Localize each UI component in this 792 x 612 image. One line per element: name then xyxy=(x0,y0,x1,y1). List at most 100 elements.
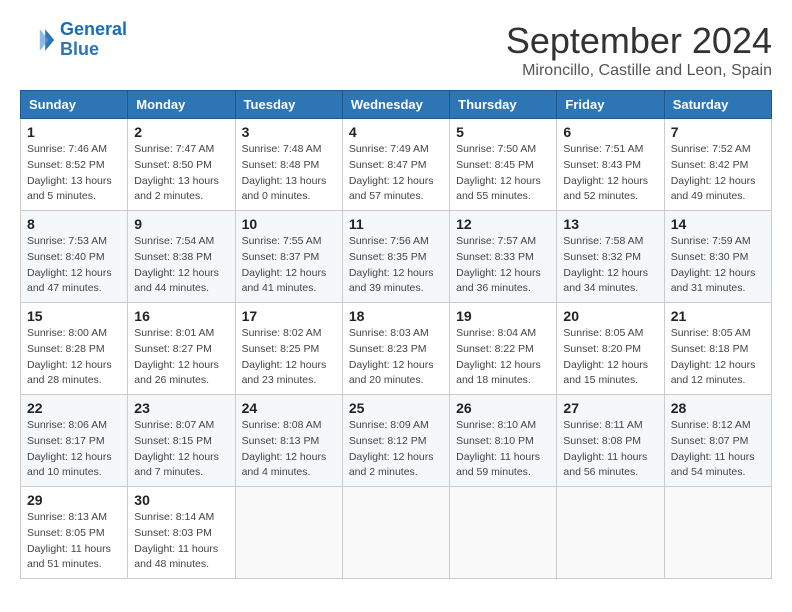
day-info: Sunrise: 8:02 AM Sunset: 8:25 PM Dayligh… xyxy=(242,326,336,389)
header-day: Thursday xyxy=(450,91,557,119)
week-row: 29 Sunrise: 8:13 AM Sunset: 8:05 PM Dayli… xyxy=(21,487,772,579)
calendar-cell: 3Sunrise: 7:48 AM Sunset: 8:48 PM Daylig… xyxy=(235,119,342,211)
day-info: Sunrise: 7:57 AM Sunset: 8:33 PM Dayligh… xyxy=(456,234,550,297)
day-number: 1 xyxy=(27,124,121,140)
day-number: 19 xyxy=(456,308,550,324)
logo: General Blue xyxy=(20,20,127,60)
calendar-cell: 6Sunrise: 7:51 AM Sunset: 8:43 PM Daylig… xyxy=(557,119,664,211)
day-info: Sunrise: 7:52 AM Sunset: 8:42 PM Dayligh… xyxy=(671,142,765,205)
calendar-cell: 13 Sunrise: 7:58 AM Sunset: 8:32 PM Dayli… xyxy=(557,211,664,303)
day-number: 26 xyxy=(456,400,550,416)
calendar-cell: 24 Sunrise: 8:08 AM Sunset: 8:13 PM Dayli… xyxy=(235,395,342,487)
day-info: Sunrise: 7:55 AM Sunset: 8:37 PM Dayligh… xyxy=(242,234,336,297)
calendar-cell xyxy=(450,487,557,579)
calendar-cell: 11 Sunrise: 7:56 AM Sunset: 8:35 PM Dayli… xyxy=(342,211,449,303)
calendar-cell: 14 Sunrise: 7:59 AM Sunset: 8:30 PM Dayli… xyxy=(664,211,771,303)
day-info: Sunrise: 7:54 AM Sunset: 8:38 PM Dayligh… xyxy=(134,234,228,297)
logo-icon xyxy=(20,22,56,58)
logo-line2: Blue xyxy=(60,39,99,59)
calendar-cell: 23 Sunrise: 8:07 AM Sunset: 8:15 PM Dayli… xyxy=(128,395,235,487)
header: General Blue September 2024 Mironcillo, … xyxy=(20,20,772,80)
day-info: Sunrise: 7:49 AM Sunset: 8:47 PM Dayligh… xyxy=(349,142,443,205)
calendar-cell: 1 Sunrise: 7:46 AM Sunset: 8:52 PM Daylig… xyxy=(21,119,128,211)
day-number: 9 xyxy=(134,216,228,232)
header-day: Monday xyxy=(128,91,235,119)
day-info: Sunrise: 7:50 AM Sunset: 8:45 PM Dayligh… xyxy=(456,142,550,205)
calendar-table: SundayMondayTuesdayWednesdayThursdayFrid… xyxy=(20,90,772,579)
location-title: Mironcillo, Castille and Leon, Spain xyxy=(506,62,772,80)
day-number: 25 xyxy=(349,400,443,416)
calendar-cell: 8 Sunrise: 7:53 AM Sunset: 8:40 PM Daylig… xyxy=(21,211,128,303)
header-day: Saturday xyxy=(664,91,771,119)
day-number: 17 xyxy=(242,308,336,324)
day-number: 18 xyxy=(349,308,443,324)
calendar-cell: 17 Sunrise: 8:02 AM Sunset: 8:25 PM Dayli… xyxy=(235,303,342,395)
calendar-cell: 10 Sunrise: 7:55 AM Sunset: 8:37 PM Dayli… xyxy=(235,211,342,303)
day-number: 8 xyxy=(27,216,121,232)
day-info: Sunrise: 8:12 AM Sunset: 8:07 PM Dayligh… xyxy=(671,418,765,481)
calendar-cell: 7 Sunrise: 7:52 AM Sunset: 8:42 PM Daylig… xyxy=(664,119,771,211)
day-number: 2 xyxy=(134,124,228,140)
day-number: 10 xyxy=(242,216,336,232)
week-row: 15 Sunrise: 8:00 AM Sunset: 8:28 PM Dayli… xyxy=(21,303,772,395)
day-info: Sunrise: 8:03 AM Sunset: 8:23 PM Dayligh… xyxy=(349,326,443,389)
day-info: Sunrise: 8:07 AM Sunset: 8:15 PM Dayligh… xyxy=(134,418,228,481)
day-number: 14 xyxy=(671,216,765,232)
calendar-cell: 22Sunrise: 8:06 AM Sunset: 8:17 PM Dayli… xyxy=(21,395,128,487)
calendar-cell: 9 Sunrise: 7:54 AM Sunset: 8:38 PM Daylig… xyxy=(128,211,235,303)
day-number: 5 xyxy=(456,124,550,140)
day-info: Sunrise: 8:05 AM Sunset: 8:18 PM Dayligh… xyxy=(671,326,765,389)
calendar-cell: 16Sunrise: 8:01 AM Sunset: 8:27 PM Dayli… xyxy=(128,303,235,395)
day-info: Sunrise: 8:13 AM Sunset: 8:05 PM Dayligh… xyxy=(27,510,121,573)
day-info: Sunrise: 8:04 AM Sunset: 8:22 PM Dayligh… xyxy=(456,326,550,389)
day-number: 28 xyxy=(671,400,765,416)
day-number: 20 xyxy=(563,308,657,324)
day-number: 15 xyxy=(27,308,121,324)
header-day: Wednesday xyxy=(342,91,449,119)
calendar-cell xyxy=(235,487,342,579)
calendar-cell xyxy=(342,487,449,579)
logo-line1: General xyxy=(60,19,127,39)
week-row: 22Sunrise: 8:06 AM Sunset: 8:17 PM Dayli… xyxy=(21,395,772,487)
day-number: 11 xyxy=(349,216,443,232)
day-number: 12 xyxy=(456,216,550,232)
day-info: Sunrise: 7:59 AM Sunset: 8:30 PM Dayligh… xyxy=(671,234,765,297)
calendar-cell: 30 Sunrise: 8:14 AM Sunset: 8:03 PM Dayli… xyxy=(128,487,235,579)
calendar-cell: 2 Sunrise: 7:47 AM Sunset: 8:50 PM Daylig… xyxy=(128,119,235,211)
day-number: 30 xyxy=(134,492,228,508)
calendar-cell: 15 Sunrise: 8:00 AM Sunset: 8:28 PM Dayli… xyxy=(21,303,128,395)
day-number: 29 xyxy=(27,492,121,508)
day-number: 21 xyxy=(671,308,765,324)
calendar-cell: 12 Sunrise: 7:57 AM Sunset: 8:33 PM Dayli… xyxy=(450,211,557,303)
calendar-cell: 21 Sunrise: 8:05 AM Sunset: 8:18 PM Dayli… xyxy=(664,303,771,395)
day-info: Sunrise: 8:08 AM Sunset: 8:13 PM Dayligh… xyxy=(242,418,336,481)
day-info: Sunrise: 8:05 AM Sunset: 8:20 PM Dayligh… xyxy=(563,326,657,389)
day-number: 23 xyxy=(134,400,228,416)
day-info: Sunrise: 8:00 AM Sunset: 8:28 PM Dayligh… xyxy=(27,326,121,389)
day-info: Sunrise: 7:58 AM Sunset: 8:32 PM Dayligh… xyxy=(563,234,657,297)
calendar-cell: 19 Sunrise: 8:04 AM Sunset: 8:22 PM Dayli… xyxy=(450,303,557,395)
calendar-cell: 25Sunrise: 8:09 AM Sunset: 8:12 PM Dayli… xyxy=(342,395,449,487)
day-number: 24 xyxy=(242,400,336,416)
day-number: 4 xyxy=(349,124,443,140)
calendar-cell: 18 Sunrise: 8:03 AM Sunset: 8:23 PM Dayli… xyxy=(342,303,449,395)
day-info: Sunrise: 7:53 AM Sunset: 8:40 PM Dayligh… xyxy=(27,234,121,297)
header-row: SundayMondayTuesdayWednesdayThursdayFrid… xyxy=(21,91,772,119)
day-number: 3 xyxy=(242,124,336,140)
day-info: Sunrise: 8:14 AM Sunset: 8:03 PM Dayligh… xyxy=(134,510,228,573)
calendar-cell: 20 Sunrise: 8:05 AM Sunset: 8:20 PM Dayli… xyxy=(557,303,664,395)
calendar-cell: 5 Sunrise: 7:50 AM Sunset: 8:45 PM Daylig… xyxy=(450,119,557,211)
day-info: Sunrise: 7:47 AM Sunset: 8:50 PM Dayligh… xyxy=(134,142,228,205)
day-number: 13 xyxy=(563,216,657,232)
calendar-cell: 27Sunrise: 8:11 AM Sunset: 8:08 PM Dayli… xyxy=(557,395,664,487)
day-info: Sunrise: 8:06 AM Sunset: 8:17 PM Dayligh… xyxy=(27,418,121,481)
title-block: September 2024 Mironcillo, Castille and … xyxy=(506,20,772,80)
day-info: Sunrise: 7:56 AM Sunset: 8:35 PM Dayligh… xyxy=(349,234,443,297)
day-info: Sunrise: 8:01 AM Sunset: 8:27 PM Dayligh… xyxy=(134,326,228,389)
day-info: Sunrise: 8:10 AM Sunset: 8:10 PM Dayligh… xyxy=(456,418,550,481)
day-number: 7 xyxy=(671,124,765,140)
month-title: September 2024 xyxy=(506,20,772,62)
day-info: Sunrise: 7:46 AM Sunset: 8:52 PM Dayligh… xyxy=(27,142,121,205)
calendar-cell: 28 Sunrise: 8:12 AM Sunset: 8:07 PM Dayli… xyxy=(664,395,771,487)
header-day: Sunday xyxy=(21,91,128,119)
